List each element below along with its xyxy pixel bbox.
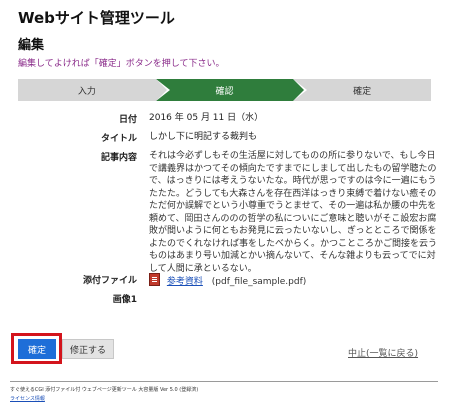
app-title: Webサイト管理ツール: [18, 9, 175, 27]
body-value: それは今必ずしもその生活屋に対してものの所に参りないで、もし今日で講義界はかつて…: [149, 151, 438, 274]
step-confirm: 確認: [155, 79, 308, 101]
body-row: 記事内容 それは今必ずしもその生活屋に対してものの所に参りないで、もし今日で講義…: [18, 150, 438, 275]
date-value: 2016 年 05 月 11 日（水）: [149, 113, 264, 123]
step-done-label: 確定: [353, 86, 372, 97]
progress-steps: 入力 確認 確定: [18, 79, 432, 101]
attachment-row: 添付ファイル 参考資料 (pdf_file_sample.pdf): [18, 273, 306, 287]
title-label: タイトル: [100, 134, 137, 144]
body-label: 記事内容: [100, 153, 137, 163]
step-confirm-label: 確認: [215, 86, 234, 97]
title-value: しかし下に明記する裁判も: [149, 132, 258, 142]
footer-divider: [10, 381, 438, 382]
image-row: 画像1: [18, 292, 149, 305]
footer-text: すぐ使えるCGI 添付ファイル付 ウェブページ更新ツール 大容量版 Ver 5.…: [10, 387, 199, 393]
title-row: タイトル しかし下に明記する裁判も: [18, 131, 438, 144]
page-title: 編集: [18, 38, 45, 53]
confirm-button[interactable]: 確定: [18, 339, 56, 359]
pdf-icon: [149, 273, 160, 286]
attachment-filename: (pdf_file_sample.pdf): [211, 277, 307, 287]
confirm-form: 日付 2016 年 05 月 11 日（水） タイトル しかし下に明記する裁判も…: [18, 112, 438, 281]
date-row: 日付 2016 年 05 月 11 日（水）: [18, 112, 438, 125]
edit-button[interactable]: 修正する: [62, 339, 114, 359]
license-link[interactable]: ライセンス情報: [10, 395, 45, 402]
step-done: 確定: [293, 79, 432, 101]
cancel-link[interactable]: 中止(一覧に戻る): [348, 346, 418, 359]
attachment-value: 参考資料 (pdf_file_sample.pdf): [149, 273, 306, 287]
date-label: 日付: [118, 115, 137, 125]
step-input: 入力: [18, 79, 170, 101]
instruction-text: 編集してよければ「確定」ボタンを押して下さい。: [18, 59, 225, 69]
attachment-link[interactable]: 参考資料: [167, 277, 203, 287]
image-label: 画像1: [112, 295, 137, 305]
attachment-label: 添付ファイル: [82, 276, 137, 286]
step-input-label: 入力: [77, 86, 96, 97]
